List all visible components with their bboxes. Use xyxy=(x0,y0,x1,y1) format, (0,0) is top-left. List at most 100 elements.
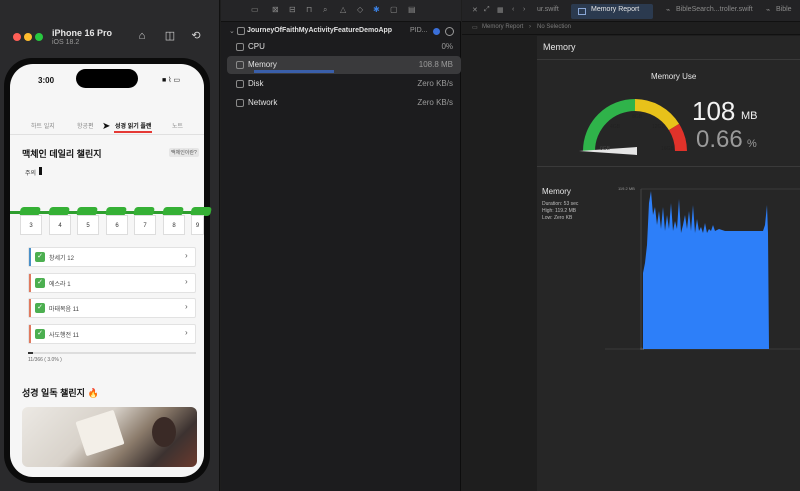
bookmark-icon[interactable]: ⊓ xyxy=(306,5,312,14)
minimize-window-button[interactable] xyxy=(24,33,32,41)
breakpoint-icon[interactable]: ▢ xyxy=(390,5,398,14)
checkmark-icon[interactable]: ✓ xyxy=(35,329,45,339)
progress-fill xyxy=(28,352,33,354)
challenge-title: 맥체인 데일리 챌린지 xyxy=(22,149,102,159)
gauge-value: 0% xyxy=(441,42,453,51)
chevron-down-icon[interactable]: ⌄ xyxy=(229,27,235,35)
symbol-icon[interactable]: ⊟ xyxy=(289,5,296,14)
person-image xyxy=(152,417,176,447)
forward-icon[interactable]: › xyxy=(523,6,525,13)
text-cursor xyxy=(39,167,42,175)
dynamic-island xyxy=(76,69,138,88)
gauge-row-disk[interactable]: Disk Zero KB/s xyxy=(227,75,461,93)
jump-bar-selection[interactable]: No Selection xyxy=(537,24,571,30)
tab-divider xyxy=(10,134,204,135)
swift-file-icon: ⌁ xyxy=(766,7,771,14)
source-control-icon[interactable]: ⊠ xyxy=(272,5,279,14)
gauge-row-network[interactable]: Network Zero KB/s xyxy=(227,94,461,112)
challenge2-title: 성경 일독 챌린지 🔥 xyxy=(22,388,99,398)
reading-item[interactable]: ✓ 마태복음 11 › xyxy=(28,298,196,318)
process-name[interactable]: JourneyOfFaithMyActivityFeatureDemoApp xyxy=(247,27,392,34)
memory-unit: MB xyxy=(741,110,758,122)
reading-item-label: 마태복음 11 xyxy=(49,307,79,313)
tab-flights[interactable]: 항공편 xyxy=(77,121,94,130)
gauge-icon xyxy=(236,61,244,69)
chevron-right-icon: › xyxy=(185,328,188,337)
gauge-tick-0gb: 0GB xyxy=(600,146,611,152)
gauge-icon xyxy=(236,80,244,88)
grid-icon[interactable]: ▦ xyxy=(497,6,504,14)
checkmark-icon[interactable]: ✓ xyxy=(35,303,45,313)
process-pid: PID... xyxy=(410,27,428,34)
editor-tab-biblesearch[interactable]: BibleSearch...troller.swift xyxy=(676,6,753,13)
memory-percent: 0.66 xyxy=(696,126,743,153)
day-cell[interactable]: 7 xyxy=(134,215,156,235)
chevron-right-icon: › xyxy=(185,251,188,260)
memory-value: 108 xyxy=(692,96,736,126)
home-icon[interactable]: ⌂ xyxy=(135,29,149,43)
memory-gauge: 4GB 8GB 12GB 16GB 0GB xyxy=(579,99,687,155)
checkmark-icon[interactable]: ✓ xyxy=(35,252,45,262)
progress-text: 11/366 ( 3.0% ) xyxy=(28,357,62,363)
reading-item-accent xyxy=(29,274,31,292)
day-cell[interactable]: 6 xyxy=(106,215,128,235)
expand-icon[interactable]: ⤢ xyxy=(484,6,490,14)
jump-bar-report[interactable]: Memory Report xyxy=(482,24,523,30)
open-book-image xyxy=(75,409,125,457)
test-icon[interactable]: ◇ xyxy=(357,5,363,14)
day-cell[interactable]: 5 xyxy=(77,215,99,235)
process-status-dot xyxy=(433,28,440,35)
reading-item-accent xyxy=(29,299,31,317)
day-cell[interactable]: 3 xyxy=(20,215,42,235)
reading-item-accent xyxy=(29,248,31,266)
gauge-label: Memory xyxy=(248,60,277,69)
day-cell[interactable]: 9 xyxy=(191,215,204,235)
week-label: 주의 xyxy=(25,171,37,177)
os-version: iOS 18.2 xyxy=(52,39,80,46)
reading-item[interactable]: ✓ 에스라 1 › xyxy=(28,273,196,293)
editor-tab-bible[interactable]: Bible xyxy=(776,6,792,13)
memory-area xyxy=(643,191,769,349)
progress-track xyxy=(28,352,196,354)
reading-item-accent xyxy=(29,325,31,343)
gauge-label: Network xyxy=(248,98,278,107)
report-icon[interactable]: ▤ xyxy=(408,5,416,14)
zoom-window-button[interactable] xyxy=(35,33,43,41)
debug-icon[interactable]: ✱ xyxy=(373,5,380,14)
tab-notes[interactable]: 노트 xyxy=(172,121,183,130)
checkmark-icon[interactable]: ✓ xyxy=(35,278,45,288)
device-name: iPhone 16 Pro xyxy=(52,28,113,38)
close-icon[interactable]: ✕ xyxy=(472,6,478,14)
chevron-right-icon: › xyxy=(529,24,531,30)
reading-item[interactable]: ✓ 사도행전 11 › xyxy=(28,324,196,344)
tab-bible-reading-plan[interactable]: 성경 읽기 플랜 xyxy=(115,121,151,130)
day-cell[interactable]: 8 xyxy=(163,215,185,235)
editor-tab-swift-file[interactable]: ur.swift xyxy=(537,6,559,13)
day-cell[interactable]: 4 xyxy=(49,215,71,235)
find-icon[interactable]: ⌕ xyxy=(323,5,327,15)
reading-item-label: 창세기 12 xyxy=(49,256,74,262)
stat-high: High: 119.2 MB xyxy=(542,208,577,214)
stat-low: Low: Zero KB xyxy=(542,215,573,221)
tab-heart-journal[interactable]: 하트 일지 xyxy=(31,121,55,130)
folder-icon[interactable]: ▭ xyxy=(251,5,259,14)
status-icons: ■ ⌇ ▭ xyxy=(162,77,181,84)
gauge-tick-8gb: 8GB xyxy=(632,114,643,120)
reading-item[interactable]: ✓ 창세기 12 › xyxy=(28,247,196,267)
gauge-tick-12gb: 12GB xyxy=(652,124,665,130)
back-icon[interactable]: ‹ xyxy=(512,6,514,13)
screenshot-icon[interactable]: ◫ xyxy=(163,29,177,43)
editor-tab-memory-report[interactable]: Memory Report xyxy=(591,6,639,13)
mouse-pointer-icon: ➤ xyxy=(102,121,111,132)
pause-icon[interactable] xyxy=(445,27,454,36)
gauge-value: Zero KB/s xyxy=(417,98,453,107)
challenge-info-button[interactable]: 맥체인이란? xyxy=(169,148,199,157)
reading-item-label: 사도행전 11 xyxy=(49,333,79,339)
issue-icon[interactable]: △ xyxy=(340,5,346,14)
challenge-photo[interactable] xyxy=(22,407,197,467)
rotate-icon[interactable]: ⟲ xyxy=(189,29,203,43)
gauge-row-cpu[interactable]: CPU 0% xyxy=(227,38,461,56)
memory-sparkline xyxy=(254,70,334,73)
memory-graph xyxy=(605,188,800,350)
close-window-button[interactable] xyxy=(13,33,21,41)
